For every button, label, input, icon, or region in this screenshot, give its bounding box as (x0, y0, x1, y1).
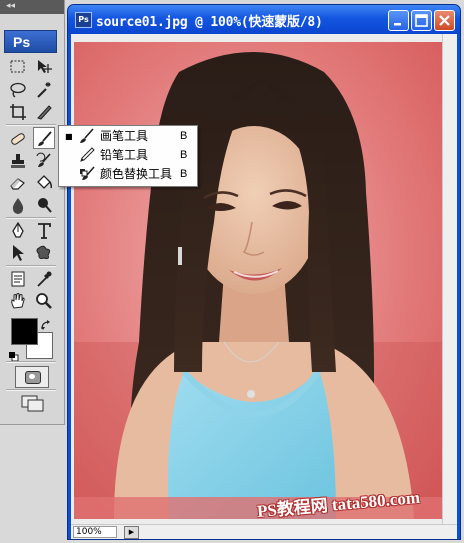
notes-tool-icon[interactable] (7, 268, 29, 290)
status-info-icon[interactable]: ▶ (124, 526, 139, 539)
brush-tool-flyout-menu: ■ 画笔工具 B 铅笔工具 B 颜色替换工具 B (58, 125, 198, 187)
menu-item-pencil-tool[interactable]: 铅笔工具 B (59, 146, 195, 165)
document-client-area: 100% ▶ (71, 34, 457, 539)
toolbox-divider (6, 217, 56, 219)
swap-colors-icon[interactable] (40, 316, 52, 330)
type-tool-icon[interactable] (33, 220, 55, 242)
toolbox-grip[interactable]: ◂◂ (0, 0, 64, 14)
foreground-color-swatch[interactable] (11, 318, 38, 345)
maximize-button[interactable] (411, 10, 432, 31)
ps-document-icon: Ps (75, 12, 92, 28)
slice-tool-icon[interactable] (33, 101, 55, 123)
document-title: source01.jpg @ 100%(快速蒙版/8) (96, 15, 323, 30)
toolbox-divider (6, 361, 56, 363)
status-bar: 100% ▶ (71, 524, 457, 539)
rect-marquee-tool-icon[interactable] (7, 56, 29, 78)
history-brush-tool-icon[interactable] (33, 150, 55, 172)
healing-brush-tool-icon[interactable] (7, 128, 29, 150)
menu-item-color-replacement-tool[interactable]: 颜色替换工具 B (59, 165, 195, 184)
brush-tool-icon[interactable] (33, 127, 55, 149)
screen-mode-icon[interactable] (19, 393, 47, 413)
menu-item-shortcut: B (180, 168, 188, 180)
eraser-tool-icon[interactable] (7, 172, 29, 194)
quick-mask-icon (25, 371, 41, 384)
close-button[interactable] (434, 10, 455, 31)
eyedropper-tool-icon[interactable] (33, 268, 55, 290)
crop-tool-icon[interactable] (7, 101, 29, 123)
photoshop-logo[interactable]: Ps (4, 30, 57, 53)
toolbox-divider (6, 389, 56, 391)
collapse-icon[interactable]: ◂◂ (6, 1, 15, 11)
dodge-tool-icon[interactable] (33, 194, 55, 216)
toolbox-divider (6, 265, 56, 267)
zoom-tool-icon[interactable] (33, 290, 55, 312)
clone-stamp-tool-icon[interactable] (7, 150, 29, 172)
menu-item-label: 铅笔工具 (100, 148, 149, 162)
path-selection-tool-icon[interactable] (7, 242, 29, 264)
move-tool-icon[interactable] (33, 56, 55, 78)
hand-tool-icon[interactable] (7, 290, 29, 312)
color-replacement-icon (80, 166, 95, 180)
quick-mask-button[interactable] (15, 366, 49, 388)
photo-canvas[interactable] (74, 42, 443, 519)
document-window: Ps source01.jpg @ 100%(快速蒙版/8) 100% ▶ (67, 4, 461, 540)
toolbox-divider (6, 124, 56, 126)
menu-item-label: 画笔工具 (100, 129, 149, 143)
default-colors-icon[interactable] (9, 347, 19, 362)
minimize-button[interactable] (388, 10, 409, 31)
vertical-scrollbar[interactable] (442, 34, 457, 525)
magic-wand-tool-icon[interactable] (33, 79, 55, 101)
menu-item-shortcut: B (180, 149, 188, 161)
lasso-tool-icon[interactable] (7, 79, 29, 101)
brush-icon (80, 128, 94, 143)
selected-bullet-icon: ■ (65, 132, 73, 141)
custom-shape-tool-icon[interactable] (33, 242, 55, 264)
canvas[interactable] (74, 42, 443, 519)
toolbox-panel: ◂◂ Ps (0, 0, 65, 425)
zoom-level-field[interactable]: 100% (73, 526, 117, 538)
paint-bucket-tool-icon[interactable] (33, 172, 55, 194)
menu-item-brush-tool[interactable]: ■ 画笔工具 B (59, 127, 195, 146)
blur-tool-icon[interactable] (7, 194, 29, 216)
pen-tool-icon[interactable] (7, 220, 29, 242)
document-titlebar[interactable]: Ps source01.jpg @ 100%(快速蒙版/8) (68, 5, 460, 34)
menu-item-shortcut: B (180, 130, 188, 142)
pencil-icon (80, 147, 95, 162)
menu-item-label: 颜色替换工具 (100, 167, 173, 181)
